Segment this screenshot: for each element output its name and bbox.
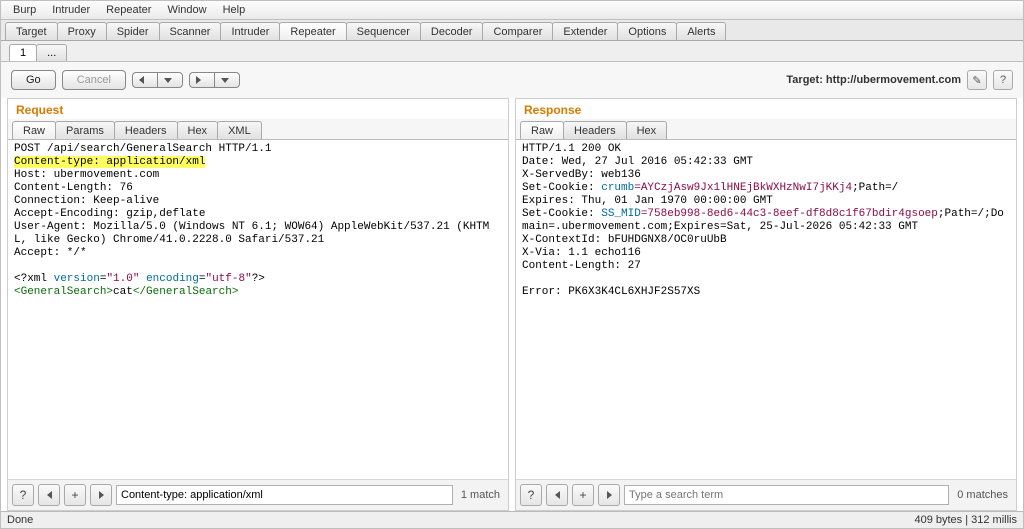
request-tab-xml[interactable]: XML bbox=[217, 121, 262, 139]
cancel-button[interactable]: Cancel bbox=[62, 70, 126, 90]
tab-comparer[interactable]: Comparer bbox=[482, 22, 553, 40]
status-right: 409 bytes | 312 millis bbox=[914, 514, 1017, 526]
tab-intruder[interactable]: Intruder bbox=[220, 22, 280, 40]
chevron-left-icon bbox=[555, 491, 560, 499]
response-viewer[interactable]: HTTP/1.1 200 OK Date: Wed, 27 Jul 2016 0… bbox=[516, 140, 1016, 479]
menu-item-intruder[interactable]: Intruder bbox=[44, 2, 98, 18]
response-tab-raw[interactable]: Raw bbox=[520, 121, 564, 139]
history-back-dropdown[interactable] bbox=[157, 72, 183, 88]
search-add-button[interactable]: + bbox=[572, 484, 594, 506]
search-prev-button[interactable] bbox=[38, 484, 60, 506]
search-next-button[interactable] bbox=[598, 484, 620, 506]
request-search-input[interactable] bbox=[116, 485, 453, 505]
repeater-tab-new[interactable]: ... bbox=[36, 44, 67, 61]
history-forward-group bbox=[189, 72, 240, 88]
response-tab-hex[interactable]: Hex bbox=[626, 121, 668, 139]
chevron-down-icon bbox=[221, 78, 229, 83]
go-button[interactable]: Go bbox=[11, 70, 56, 90]
tab-proxy[interactable]: Proxy bbox=[57, 22, 107, 40]
split-container: Request Raw Params Headers Hex XML POST … bbox=[1, 98, 1023, 511]
pencil-icon: ✎ bbox=[972, 74, 981, 87]
search-next-button[interactable] bbox=[90, 484, 112, 506]
menubar: Burp Intruder Repeater Window Help bbox=[1, 1, 1023, 20]
response-pane: Response Raw Headers Hex HTTP/1.1 200 OK… bbox=[515, 98, 1017, 511]
history-forward-button[interactable] bbox=[189, 72, 214, 88]
chevron-left-icon bbox=[47, 491, 52, 499]
history-back-button[interactable] bbox=[132, 72, 157, 88]
help-icon: ? bbox=[1000, 74, 1006, 86]
response-title: Response bbox=[516, 99, 1016, 119]
response-search-bar: ? + 0 matches bbox=[516, 479, 1016, 510]
toolbar: Go Cancel Target: http://ubermovement.co… bbox=[1, 62, 1023, 98]
highlighted-header: Content-type: application/xml bbox=[14, 156, 205, 168]
response-view-tabs: Raw Headers Hex bbox=[516, 119, 1016, 140]
request-view-tabs: Raw Params Headers Hex XML bbox=[8, 119, 508, 140]
request-search-bar: ? + 1 match bbox=[8, 479, 508, 510]
request-editor[interactable]: POST /api/search/GeneralSearch HTTP/1.1 … bbox=[8, 140, 508, 479]
request-match-count: 1 match bbox=[457, 489, 504, 501]
target-label: Target: http://ubermovement.com bbox=[786, 74, 961, 86]
menu-item-repeater[interactable]: Repeater bbox=[98, 2, 159, 18]
menu-item-burp[interactable]: Burp bbox=[5, 2, 44, 18]
status-bar: Done 409 bytes | 312 millis bbox=[1, 511, 1023, 528]
tab-scanner[interactable]: Scanner bbox=[159, 22, 222, 40]
tab-repeater[interactable]: Repeater bbox=[279, 22, 346, 40]
request-tab-hex[interactable]: Hex bbox=[177, 121, 219, 139]
response-match-count: 0 matches bbox=[953, 489, 1012, 501]
tab-extender[interactable]: Extender bbox=[552, 22, 618, 40]
toolbar-left: Go Cancel bbox=[11, 70, 240, 90]
tab-alerts[interactable]: Alerts bbox=[676, 22, 726, 40]
history-back-group bbox=[132, 72, 183, 88]
search-prev-button[interactable] bbox=[546, 484, 568, 506]
request-tab-raw[interactable]: Raw bbox=[12, 121, 56, 139]
app-root: Burp Intruder Repeater Window Help Targe… bbox=[0, 0, 1024, 529]
request-tab-params[interactable]: Params bbox=[55, 121, 115, 139]
tab-options[interactable]: Options bbox=[617, 22, 677, 40]
request-title: Request bbox=[8, 99, 508, 119]
main-tab-strip: Target Proxy Spider Scanner Intruder Rep… bbox=[1, 20, 1023, 41]
chevron-right-icon bbox=[196, 76, 201, 84]
menu-item-window[interactable]: Window bbox=[159, 2, 214, 18]
menu-item-help[interactable]: Help bbox=[215, 2, 254, 18]
chevron-right-icon bbox=[607, 491, 612, 499]
tab-decoder[interactable]: Decoder bbox=[420, 22, 484, 40]
chevron-down-icon bbox=[164, 78, 172, 83]
request-tab-headers[interactable]: Headers bbox=[114, 121, 178, 139]
request-pane: Request Raw Params Headers Hex XML POST … bbox=[7, 98, 509, 511]
tab-sequencer[interactable]: Sequencer bbox=[346, 22, 421, 40]
repeater-subtabs: 1 ... bbox=[1, 41, 1023, 62]
tab-spider[interactable]: Spider bbox=[106, 22, 160, 40]
chevron-right-icon bbox=[99, 491, 104, 499]
search-help-button[interactable]: ? bbox=[12, 484, 34, 506]
history-forward-dropdown[interactable] bbox=[214, 72, 240, 88]
search-help-button[interactable]: ? bbox=[520, 484, 542, 506]
response-tab-headers[interactable]: Headers bbox=[563, 121, 627, 139]
toolbar-right: Target: http://ubermovement.com ✎ ? bbox=[786, 70, 1013, 90]
tab-target[interactable]: Target bbox=[5, 22, 58, 40]
chevron-left-icon bbox=[139, 76, 144, 84]
edit-target-button[interactable]: ✎ bbox=[967, 70, 987, 90]
search-add-button[interactable]: + bbox=[64, 484, 86, 506]
status-left: Done bbox=[7, 514, 33, 526]
response-search-input[interactable] bbox=[624, 485, 949, 505]
help-button[interactable]: ? bbox=[993, 70, 1013, 90]
repeater-tab-1[interactable]: 1 bbox=[9, 44, 37, 61]
